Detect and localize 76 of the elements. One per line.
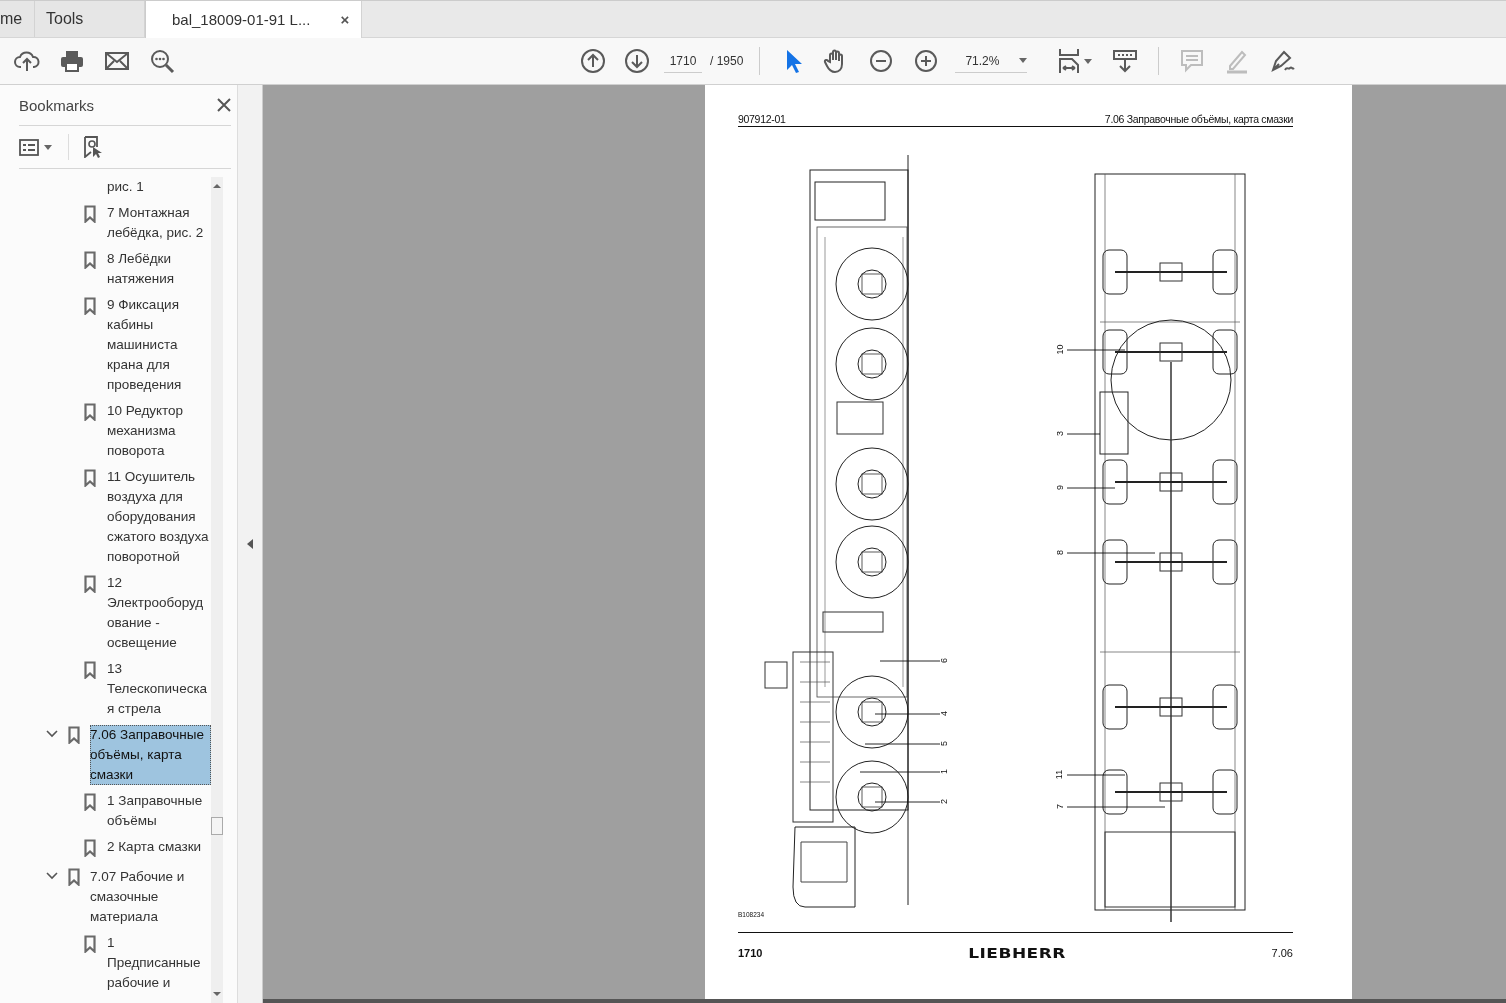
document-number: 907912-01 xyxy=(738,113,786,125)
bookmark-icon xyxy=(84,251,96,269)
bookmark-item[interactable]: 12 Электрооборуд ование - освещение xyxy=(107,573,211,653)
callout-number: 4 xyxy=(940,711,949,716)
callout-number: 1 xyxy=(940,769,949,774)
search-icon[interactable] xyxy=(149,48,175,74)
collapse-panel-icon[interactable] xyxy=(247,539,253,549)
callout-number: 6 xyxy=(940,658,949,663)
page-number: 1710 xyxy=(738,947,763,959)
fit-page-icon[interactable] xyxy=(1057,47,1082,75)
scroll-down-icon[interactable] xyxy=(213,991,221,997)
bookmark-item[interactable]: 7 Монтажная лебёдка, рис. 2 xyxy=(107,203,211,243)
callout-number: 11 xyxy=(1055,769,1065,780)
leader-line xyxy=(1066,349,1126,351)
bookmark-item[interactable]: 7.07 Рабочие и смазочные материала xyxy=(90,867,211,927)
bookmark-item[interactable]: 13 Телескопическа я стрела xyxy=(107,659,211,719)
leader-line xyxy=(1066,774,1126,776)
bookmark-icon xyxy=(84,297,96,315)
next-page-icon[interactable] xyxy=(624,48,650,74)
leader-line xyxy=(874,713,941,715)
leader-line xyxy=(879,660,941,662)
tab[interactable]: bal_18009-01-91 L... × xyxy=(145,1,363,38)
bookmark-icon xyxy=(84,469,96,487)
close-icon[interactable] xyxy=(217,98,231,112)
bookmark-item[interactable]: 11 Осушитель воздуха для оборудования сжатого воздуха поворотной xyxy=(107,467,211,567)
bookmark-icon xyxy=(84,935,96,953)
list-options-icon[interactable] xyxy=(19,138,39,156)
bookmark-icon xyxy=(84,661,96,679)
callout-number: 8 xyxy=(1056,550,1065,555)
bookmark-item[interactable]: 9 Фиксация кабины машиниста крана для проведения xyxy=(107,295,211,395)
zoom-in-icon[interactable] xyxy=(913,48,940,74)
leader-line xyxy=(1066,433,1101,435)
scroll-up-icon[interactable] xyxy=(213,183,221,189)
print-icon[interactable] xyxy=(59,48,85,74)
logo: LIEBHERR xyxy=(968,944,1066,962)
chevron-icon[interactable] xyxy=(46,872,58,880)
section-title: 7.06 Заправочные объёмы, карта смазки xyxy=(1104,113,1293,125)
chevron-icon[interactable] xyxy=(46,730,58,738)
find-bookmark-icon[interactable] xyxy=(83,136,103,158)
bookmark-icon xyxy=(84,839,96,857)
bookmark-item[interactable]: 10 Редуктор механизма поворота xyxy=(107,401,211,461)
bookmark-item[interactable]: 8 Лебёдки натяжения xyxy=(107,249,211,289)
bookmark-item[interactable]: 2 Карта смазки xyxy=(107,837,211,857)
callout-number: 2 xyxy=(940,799,949,804)
bookmark-icon xyxy=(84,793,96,811)
scrollbar[interactable] xyxy=(211,177,223,1003)
callout-number: 7 xyxy=(1056,804,1065,809)
caret-icon xyxy=(44,144,52,150)
previous-page-icon[interactable] xyxy=(580,48,606,74)
callout-number: 3 xyxy=(1056,431,1065,436)
bookmark-icon xyxy=(84,403,96,421)
scroll-thumb[interactable] xyxy=(211,817,223,835)
tab[interactable]: me xyxy=(0,1,35,37)
section-number: 7.06 xyxy=(1271,947,1293,959)
bookmark-icon xyxy=(84,575,96,593)
page-count: / 1950 xyxy=(710,54,744,68)
callout-number: 9 xyxy=(1056,485,1065,490)
bookmark-icon xyxy=(84,205,96,223)
bookmark-icon xyxy=(68,868,80,886)
bookmark-item[interactable]: рис. 1 xyxy=(107,177,211,197)
callout-number: 5 xyxy=(940,741,949,746)
bookmark-item[interactable]: 7.06 Заправочные объёмы, карта смазки xyxy=(90,725,211,785)
caret-icon xyxy=(1019,58,1028,63)
close-tab-button[interactable]: × xyxy=(340,11,350,28)
zoom-out-icon[interactable] xyxy=(868,48,895,74)
zoom-dropdown[interactable]: 71.2% xyxy=(955,49,1028,73)
panel-title: Bookmarks xyxy=(19,96,95,114)
leader-line xyxy=(874,801,941,803)
page-number-field[interactable]: 1710 xyxy=(664,49,702,73)
bookmark-item[interactable]: 1 Заправочные объёмы xyxy=(107,791,211,831)
bookmark-item[interactable]: 1 Предписанные рабочие и xyxy=(107,933,211,993)
callout-number: 10 xyxy=(1055,344,1065,355)
scroll-mode-icon[interactable] xyxy=(1112,48,1139,74)
caret-icon xyxy=(1084,58,1093,64)
bookmark-icon xyxy=(68,726,80,744)
leader-line xyxy=(1066,487,1116,489)
